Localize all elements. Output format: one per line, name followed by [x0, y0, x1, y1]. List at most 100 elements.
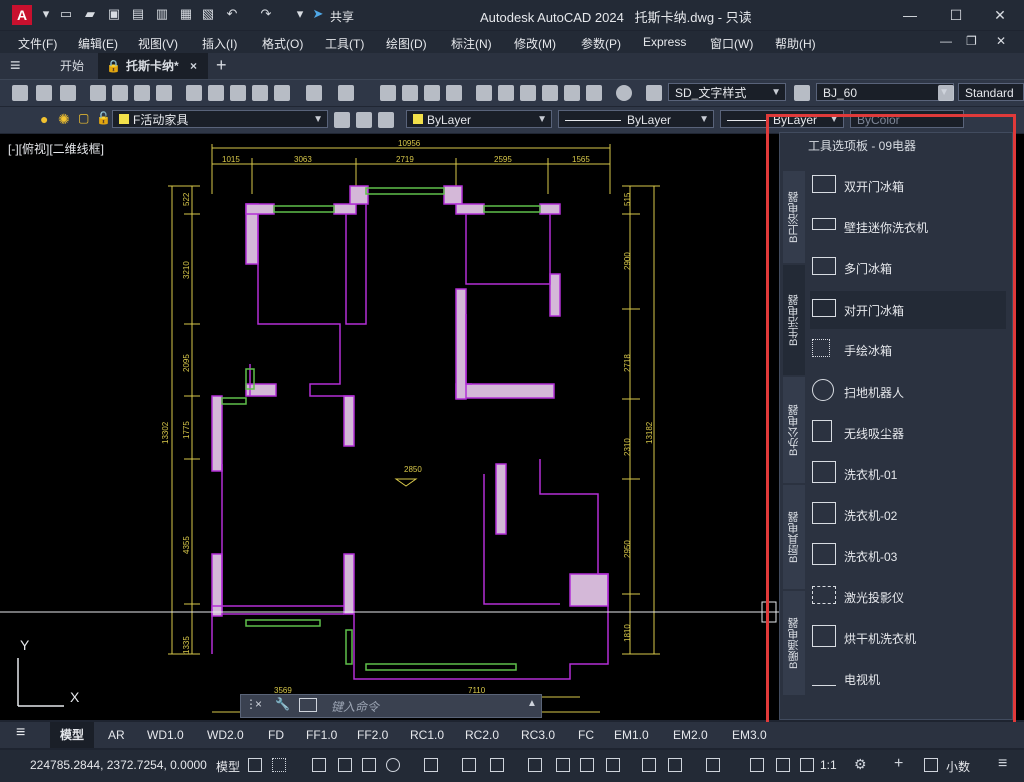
layout-tab[interactable]: WD2.0	[207, 728, 244, 742]
menu-view[interactable]: 视图(V)	[138, 35, 178, 52]
grid-icon[interactable]	[248, 758, 262, 772]
dynamic-input-icon[interactable]	[338, 758, 352, 772]
menu-dimension[interactable]: 标注(N)	[451, 35, 492, 52]
tab-start[interactable]: 开始	[48, 53, 96, 79]
block-editor-icon[interactable]	[274, 85, 290, 101]
isodraft-icon[interactable]	[424, 758, 438, 772]
cut-icon[interactable]	[186, 85, 202, 101]
layout-tab[interactable]: FF2.0	[357, 728, 388, 742]
ortho-icon[interactable]	[362, 758, 376, 772]
transparency-icon[interactable]	[556, 758, 570, 772]
menu-file[interactable]: 文件(F)	[18, 35, 57, 52]
plot-preview-icon[interactable]	[112, 85, 128, 101]
command-expand-icon[interactable]: ▲	[527, 698, 537, 709]
open-icon[interactable]	[36, 85, 52, 101]
menu-draw[interactable]: 绘图(D)	[386, 35, 427, 52]
menu-insert[interactable]: 插入(I)	[202, 35, 237, 52]
table-style-select[interactable]: Standard	[958, 83, 1024, 101]
redo-icon[interactable]	[338, 85, 354, 101]
print-icon[interactable]: ▧	[200, 6, 216, 22]
layout-tab[interactable]: RC3.0	[521, 728, 555, 742]
undo-icon[interactable]	[306, 85, 322, 101]
3dprint-icon[interactable]	[156, 85, 172, 101]
layout-tab[interactable]: AR	[108, 728, 125, 742]
annotation-visibility-icon[interactable]	[750, 758, 764, 772]
tab-drawing[interactable]: 🔒 托斯卡纳* ×	[98, 53, 208, 79]
layout-tab[interactable]: WD1.0	[147, 728, 184, 742]
menu-edit[interactable]: 编辑(E)	[78, 35, 118, 52]
undo-icon[interactable]: ↶	[224, 6, 240, 22]
layout-tab[interactable]: EM1.0	[614, 728, 649, 742]
menu-window[interactable]: 窗口(W)	[710, 35, 753, 52]
hamburger-icon[interactable]: ≡	[10, 53, 40, 79]
layer-previous-icon[interactable]	[356, 112, 372, 128]
scale-select[interactable]: 1:1	[820, 758, 837, 772]
doc-minimize-icon[interactable]: —	[940, 34, 952, 48]
layer-select[interactable]: F活动家具 ▼	[112, 110, 328, 128]
properties-icon[interactable]	[476, 85, 492, 101]
command-input[interactable]: 键入命令	[331, 698, 379, 715]
menu-parametric[interactable]: 参数(P)	[581, 35, 621, 52]
new-icon[interactable]	[12, 85, 28, 101]
layout-tab[interactable]: FD	[268, 728, 284, 742]
customization-menu-icon[interactable]: ≡	[998, 755, 1007, 773]
layer-states-icon[interactable]	[378, 112, 394, 128]
share-icon[interactable]: ➤	[310, 6, 326, 22]
text-style-select[interactable]: SD_文字样式 ▼	[668, 83, 786, 101]
publish-icon[interactable]	[134, 85, 150, 101]
paste-icon[interactable]	[230, 85, 246, 101]
copy-icon[interactable]	[208, 85, 224, 101]
tab-model[interactable]: 模型	[50, 722, 95, 748]
command-line[interactable]: ⋮ × 🔧 键入命令 ▲	[240, 694, 542, 718]
units-select[interactable]: 小数	[946, 758, 970, 775]
object-snap-tracking-icon[interactable]	[462, 758, 476, 772]
help-icon[interactable]	[616, 85, 632, 101]
markup-icon[interactable]	[564, 85, 580, 101]
zoom-realtime-icon[interactable]	[402, 85, 418, 101]
gear-icon[interactable]: ⚙	[854, 756, 867, 773]
layout-tab[interactable]: FC	[578, 728, 594, 742]
save-icon[interactable]: ▣	[106, 6, 122, 22]
doc-close-icon[interactable]: ✕	[996, 34, 1006, 48]
tool-palettes-icon[interactable]	[520, 85, 536, 101]
match-properties-icon[interactable]	[252, 85, 268, 101]
doc-restore-icon[interactable]: ❐	[966, 34, 977, 48]
layout-menu-icon[interactable]: ≡	[16, 724, 25, 742]
save-icon[interactable]	[60, 85, 76, 101]
redo-icon[interactable]: ↷	[258, 6, 274, 22]
pan-icon[interactable]	[380, 85, 396, 101]
autocad-logo-icon[interactable]: A	[12, 5, 32, 25]
share-button[interactable]: 共享	[330, 8, 354, 25]
plus-icon[interactable]: +	[894, 755, 903, 773]
close-icon[interactable]: ✕	[990, 5, 1010, 25]
polar-icon[interactable]	[386, 758, 400, 772]
tab-close-icon[interactable]: ×	[190, 53, 197, 79]
object-snap-icon[interactable]	[490, 758, 504, 772]
gizmo-icon[interactable]	[706, 758, 720, 772]
plot-icon[interactable]	[90, 85, 106, 101]
layout-tab[interactable]: RC1.0	[410, 728, 444, 742]
command-close-icon[interactable]: ×	[255, 697, 262, 711]
layout-tab[interactable]: FF1.0	[306, 728, 337, 742]
lineweight-icon[interactable]	[528, 758, 542, 772]
model-space-toggle[interactable]: 模型	[216, 758, 240, 775]
selection-cycling-icon[interactable]	[580, 758, 594, 772]
auto-scale-icon[interactable]	[776, 758, 790, 772]
design-center-icon[interactable]	[498, 85, 514, 101]
menu-format[interactable]: 格式(O)	[262, 35, 303, 52]
zoom-window-icon[interactable]	[424, 85, 440, 101]
layout-tab[interactable]: RC2.0	[465, 728, 499, 742]
menu-help[interactable]: 帮助(H)	[775, 35, 816, 52]
selection-filter-icon[interactable]	[668, 758, 682, 772]
calculator-icon[interactable]	[586, 85, 602, 101]
cloud-save-icon[interactable]: ▥	[154, 6, 170, 22]
open-folder-icon[interactable]: ▰	[82, 6, 98, 22]
sheet-set-icon[interactable]	[542, 85, 558, 101]
export-icon[interactable]: ▦	[178, 6, 194, 22]
wrench-icon[interactable]: 🔧	[275, 697, 290, 711]
app-menu-chevron-icon[interactable]: ▾	[38, 6, 54, 22]
zoom-previous-icon[interactable]	[446, 85, 462, 101]
coordinates-readout[interactable]: 224785.2844, 2372.7254, 0.0000	[30, 758, 207, 772]
layout-tab[interactable]: EM3.0	[732, 728, 767, 742]
menu-modify[interactable]: 修改(M)	[514, 35, 556, 52]
